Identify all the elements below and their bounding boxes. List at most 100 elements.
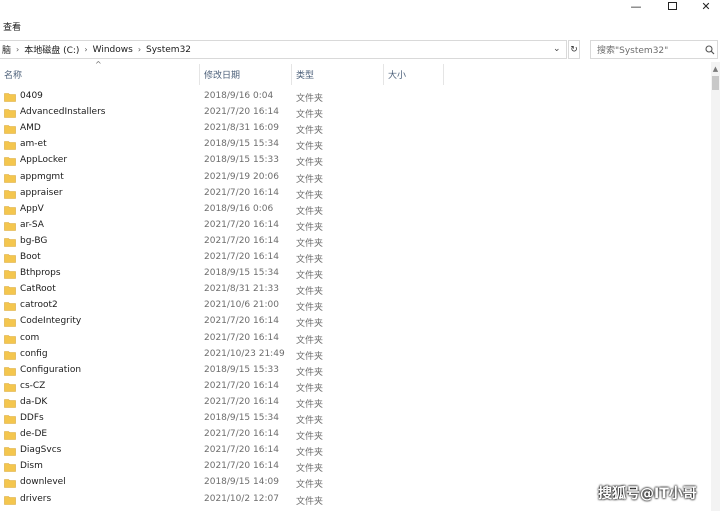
folder-icon [4,317,16,328]
file-date: 2021/7/20 16:14 [204,396,279,407]
file-row[interactable]: ar-SA 2021/7/20 16:14 文件夹 [0,218,712,234]
file-date: 2021/7/20 16:14 [204,429,279,440]
file-type: 文件夹 [296,367,324,378]
breadcrumb-separator[interactable]: › [135,45,144,54]
folder-icon [4,205,16,215]
file-row[interactable]: Bthprops 2018/9/15 15:34 文件夹 [0,266,712,282]
breadcrumb-separator[interactable]: › [81,45,90,54]
file-row[interactable]: catroot2 2021/10/6 21:00 文件夹 [0,298,712,314]
file-type: 文件夹 [296,287,324,298]
file-row[interactable]: DiagSvcs 2021/7/20 16:14 文件夹 [0,443,712,459]
file-row[interactable]: config 2021/10/23 21:49 文件夹 [0,347,712,363]
file-date: 2021/7/20 16:14 [204,332,279,343]
folder-icon [4,253,16,263]
file-row[interactable]: DDFs 2018/9/15 15:34 文件夹 [0,411,712,427]
file-type: 文件夹 [296,399,324,410]
column-date[interactable]: 修改日期 [200,64,292,85]
file-row[interactable]: AMD 2021/8/31 16:09 文件夹 [0,121,712,137]
file-type: 文件夹 [296,303,324,314]
file-type: 文件夹 [296,480,324,491]
scrollbar-thumb[interactable] [712,76,719,90]
file-row[interactable]: de-DE 2021/7/20 16:14 文件夹 [0,427,712,443]
file-row[interactable]: appmgmt 2021/9/19 20:06 文件夹 [0,170,712,186]
breadcrumb-pc[interactable]: 脑 [0,43,13,56]
file-name: 0409 [20,91,43,101]
folder-icon [4,462,16,473]
file-type: 文件夹 [296,464,324,475]
folder-icon [4,366,16,376]
breadcrumb-drive[interactable]: 本地磁盘 (C:) [22,43,81,56]
folder-icon [4,301,16,312]
file-name: catroot2 [20,300,58,311]
file-row[interactable]: CodeIntegrity 2021/7/20 16:14 文件夹 [0,314,712,330]
file-name: am-et [20,139,47,150]
breadcrumb-separator[interactable]: › [13,45,22,54]
file-row[interactable]: AdvancedInstallers 2021/7/20 16:14 文件夹 [0,105,712,121]
file-date: 2021/10/6 21:00 [204,300,279,311]
file-date: 2021/7/20 16:14 [204,187,279,198]
file-date: 2018/9/15 15:33 [204,155,279,166]
file-name: da-DK [20,396,48,407]
file-row[interactable]: AppV 2018/9/16 0:06 文件夹 [0,202,712,218]
file-type: 文件夹 [296,496,324,507]
refresh-button[interactable]: ↻ [568,40,580,59]
minimize-button[interactable]: — [618,0,654,13]
file-row[interactable]: appraiser 2021/7/20 16:14 文件夹 [0,186,712,202]
file-row[interactable]: AppLocker 2018/9/15 15:33 文件夹 [0,153,712,169]
search-icon[interactable] [703,44,717,55]
column-size[interactable]: 大小 [384,64,444,85]
folder-icon [4,92,16,102]
watermark: 搜狐号@IT小哥 [598,486,697,502]
vertical-scrollbar[interactable]: ▲ [711,62,720,511]
file-name: appraiser [20,187,63,198]
address-bar[interactable]: 脑 › 本地磁盘 (C:) › Windows › System32 ⌄ [0,40,567,59]
close-button[interactable]: ✕ [688,0,720,13]
maximize-button[interactable] [654,0,690,12]
file-row[interactable]: 0409 2018/9/16 0:04 文件夹 [0,89,712,105]
file-row[interactable]: com 2021/7/20 16:14 文件夹 [0,331,712,347]
title-bar: — ✕ [0,0,720,14]
file-row[interactable]: cs-CZ 2021/7/20 16:14 文件夹 [0,379,712,395]
file-name: DDFs [20,413,44,423]
file-name: CodeIntegrity [20,316,82,327]
breadcrumb-windows[interactable]: Windows [91,45,135,55]
file-type: 文件夹 [296,110,324,121]
address-row: 脑 › 本地磁盘 (C:) › Windows › System32 ⌄ ↻ 搜… [0,39,720,61]
folder-icon [4,414,16,424]
file-row[interactable]: da-DK 2021/7/20 16:14 文件夹 [0,395,712,411]
breadcrumb-system32[interactable]: System32 [144,45,193,55]
file-row[interactable]: am-et 2018/9/15 15:34 文件夹 [0,137,712,153]
file-row[interactable]: bg-BG 2021/7/20 16:14 文件夹 [0,234,712,250]
file-name: downlevel [20,477,66,488]
file-row[interactable]: CatRoot 2021/8/31 21:33 文件夹 [0,282,712,298]
file-name: Bthprops [20,268,61,279]
file-type: 文件夹 [296,126,324,137]
file-date: 2021/7/20 16:14 [204,461,279,472]
file-date: 2018/9/15 15:33 [204,364,279,375]
ribbon-tab-view[interactable]: 查看 [3,20,21,33]
address-dropdown-icon[interactable]: ⌄ [553,44,561,54]
file-name: appmgmt [20,171,64,182]
file-row[interactable]: Boot 2021/7/20 16:14 文件夹 [0,250,712,266]
file-date: 2021/8/31 21:33 [204,284,279,295]
search-input[interactable]: 搜索"System32" [590,40,718,59]
folder-icon [4,269,16,279]
file-date: 2018/9/16 0:06 [204,203,274,214]
file-type: 文件夹 [296,416,324,426]
file-type: 文件夹 [296,432,324,443]
file-date: 2018/9/16 0:04 [204,91,274,101]
file-row[interactable]: Dism 2021/7/20 16:14 文件夹 [0,459,712,475]
file-date: 2018/9/15 14:09 [204,477,279,488]
scroll-up-icon[interactable]: ▲ [711,65,720,73]
file-row[interactable]: Configuration 2018/9/15 15:33 文件夹 [0,363,712,379]
column-type[interactable]: 类型 [292,64,384,85]
file-name: bg-BG [20,235,48,246]
file-date: 2021/7/20 16:14 [204,107,279,118]
file-type: 文件夹 [296,255,324,265]
maximize-icon [667,2,677,10]
column-name[interactable]: 名称 [0,64,200,85]
file-type: 文件夹 [296,174,324,185]
folder-icon [4,350,16,360]
file-name: cs-CZ [20,380,46,391]
file-type: 文件夹 [296,448,324,459]
